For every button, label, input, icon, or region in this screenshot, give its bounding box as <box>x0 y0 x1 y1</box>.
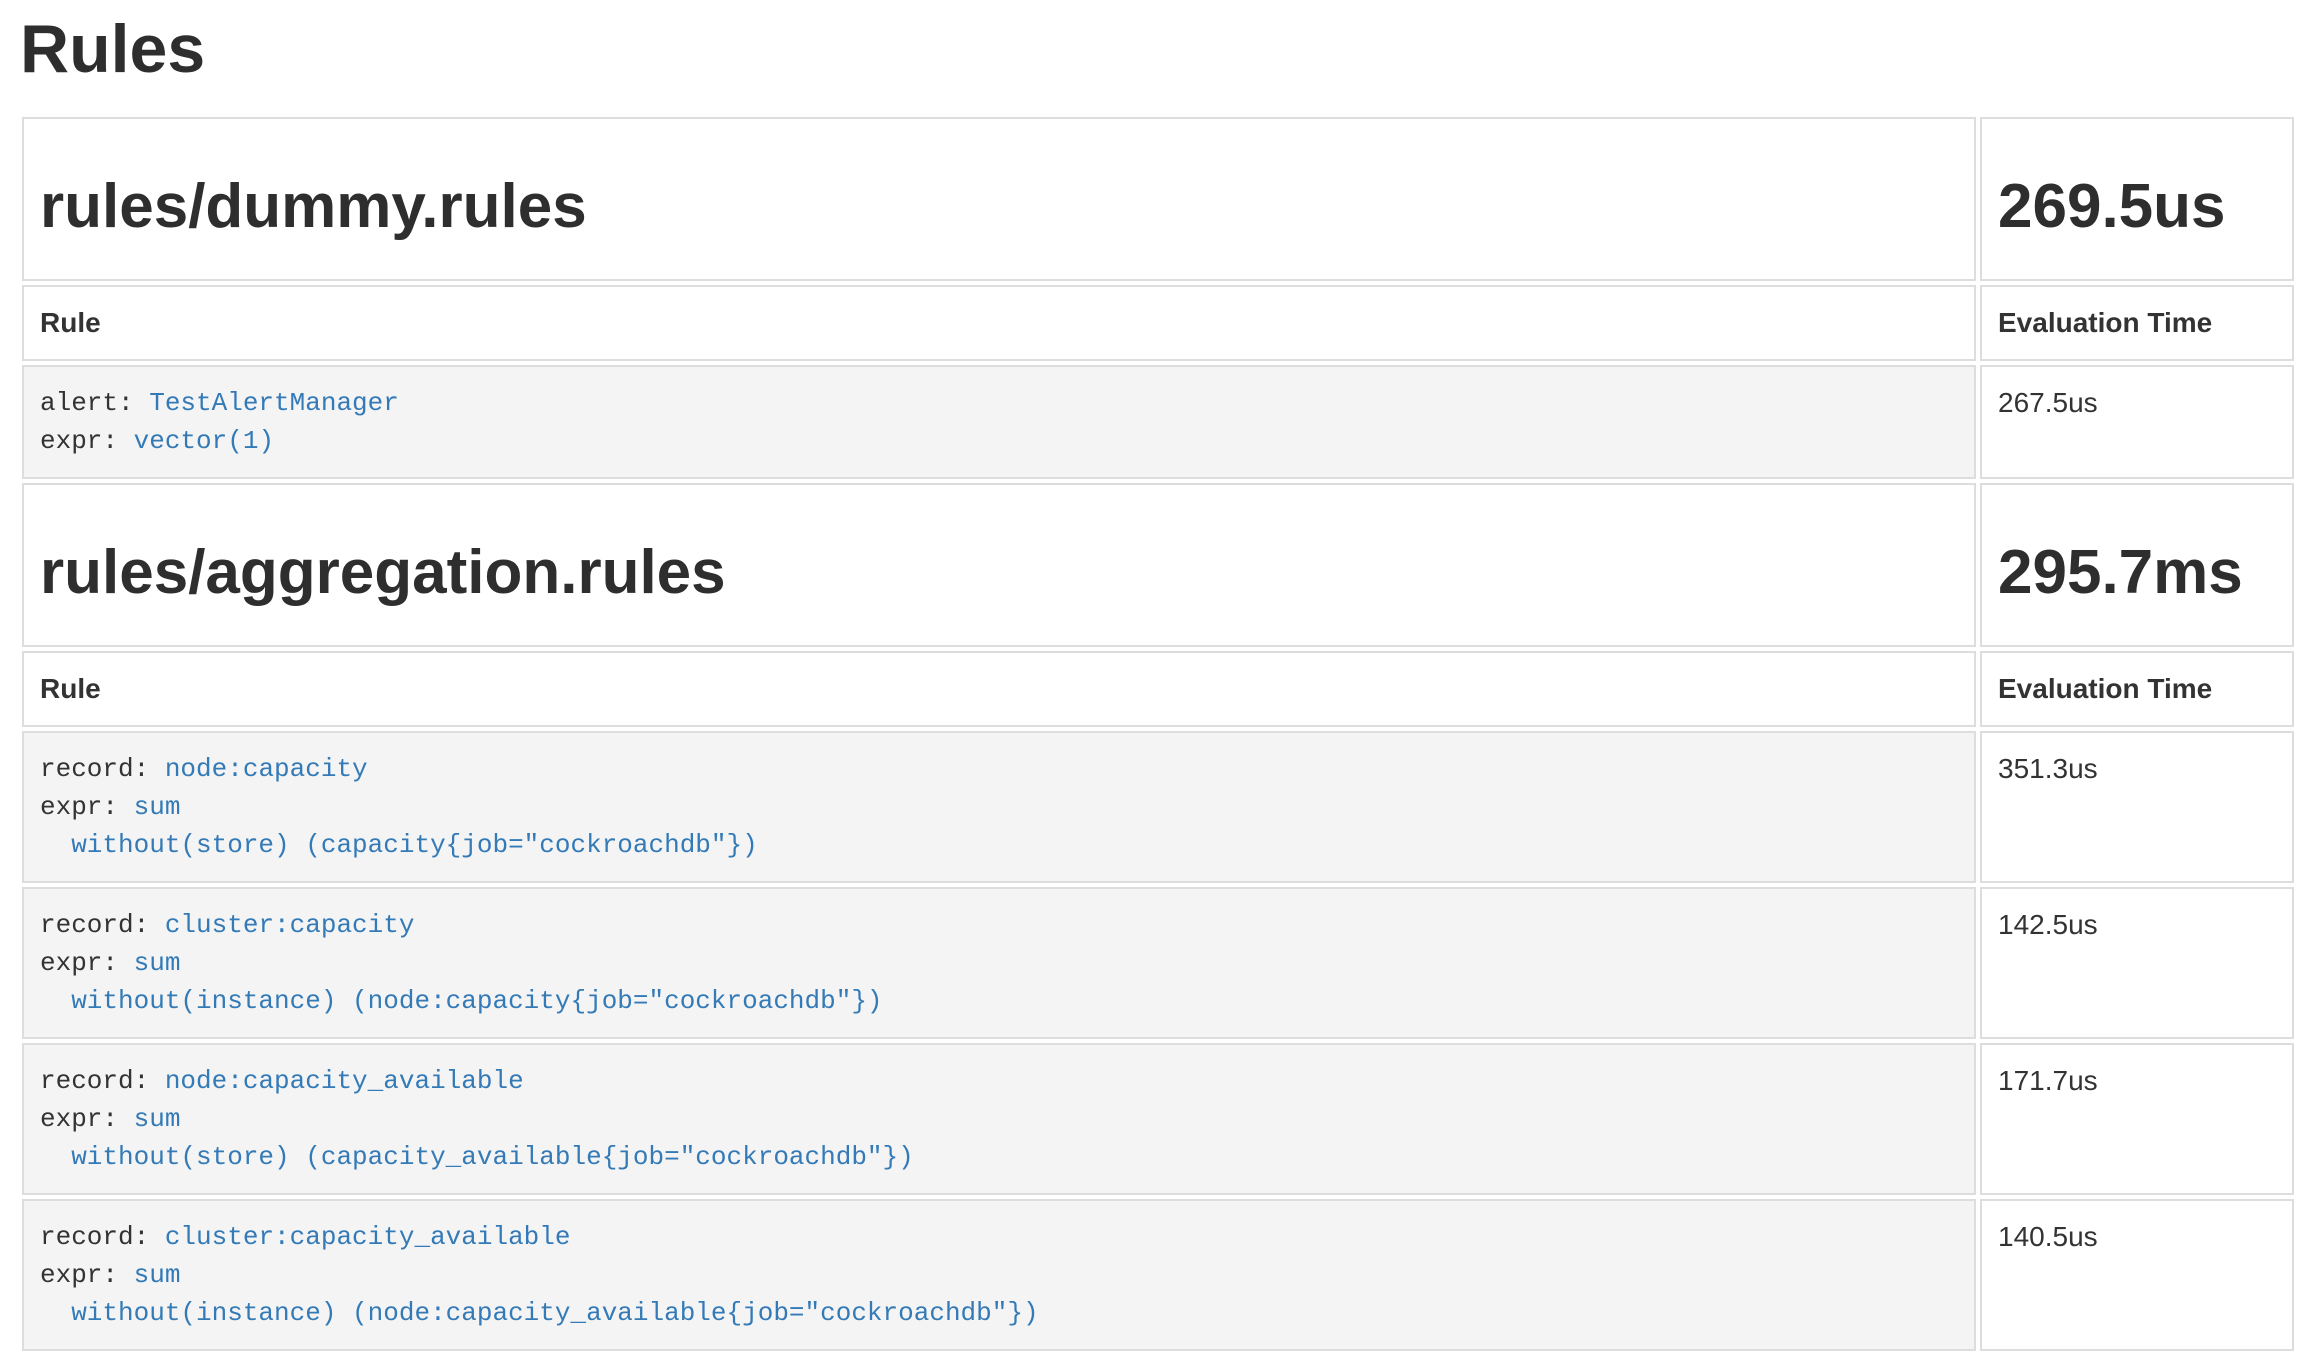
group-eval-time-cell: 269.5us <box>1980 117 2294 281</box>
rule-eval-time: 142.5us <box>1980 887 2294 1039</box>
rule-eval-time: 267.5us <box>1980 365 2294 479</box>
rule-cell: record: cluster:capacity expr: sum withou… <box>22 887 1976 1039</box>
eval-time-column-header: Evaluation Time <box>1980 285 2294 361</box>
rule-expr-label: expr: <box>40 792 134 822</box>
rule-eval-time: 140.5us <box>1980 1199 2294 1351</box>
group-header-row: rules/aggregation.rules 295.7ms <box>22 483 2294 647</box>
rule-expr-link[interactable]: sum without(instance) (node:capacity_ava… <box>40 1260 1039 1328</box>
rule-type-label: record: <box>40 1066 165 1096</box>
rule-expr-link[interactable]: sum without(instance) (node:capacity{job… <box>40 948 883 1016</box>
rule-expr-label: expr: <box>40 1104 134 1134</box>
rule-cell: record: node:capacity expr: sum without(s… <box>22 731 1976 883</box>
rule-cell: record: node:capacity_available expr: sum… <box>22 1043 1976 1195</box>
rules-table: rules/dummy.rules 269.5us Rule Evaluatio… <box>18 113 2298 1355</box>
column-header-row: Rule Evaluation Time <box>22 285 2294 361</box>
rule-name-link[interactable]: node:capacity_available <box>165 1066 524 1096</box>
rule-expr-link[interactable]: sum without(store) (capacity{job="cockro… <box>40 792 758 860</box>
rule-expr-label: expr: <box>40 948 134 978</box>
rule-row: alert: TestAlertManager expr: vector(1) 2… <box>22 365 2294 479</box>
rule-cell: alert: TestAlertManager expr: vector(1) <box>22 365 1976 479</box>
rule-name-link[interactable]: node:capacity <box>165 754 368 784</box>
rule-column-header: Rule <box>22 651 1976 727</box>
group-eval-time: 295.7ms <box>1998 539 2276 607</box>
rule-row: record: node:capacity_available expr: sum… <box>22 1043 2294 1195</box>
rule-name-link[interactable]: cluster:capacity <box>165 910 415 940</box>
rule-code: record: node:capacity expr: sum without(s… <box>40 750 1958 864</box>
rule-code: record: cluster:capacity_availableexpr: … <box>40 1218 1958 1332</box>
rule-eval-time: 351.3us <box>1980 731 2294 883</box>
rule-expr-link[interactable]: sum without(store) (capacity_available{j… <box>40 1104 914 1172</box>
rule-name-link[interactable]: TestAlertManager <box>149 388 399 418</box>
rule-code: alert: TestAlertManager expr: vector(1) <box>40 384 1958 460</box>
rule-expr-label: expr: <box>40 426 134 456</box>
rule-eval-time: 171.7us <box>1980 1043 2294 1195</box>
group-header-row: rules/dummy.rules 269.5us <box>22 117 2294 281</box>
rule-column-header: Rule <box>22 285 1976 361</box>
rule-expr-label: expr: <box>40 1260 134 1290</box>
group-file-name: rules/dummy.rules <box>40 173 1958 241</box>
rule-code: record: node:capacity_available expr: sum… <box>40 1062 1958 1176</box>
rule-type-label: record: <box>40 1222 165 1252</box>
group-file-name: rules/aggregation.rules <box>40 539 1958 607</box>
rule-row: record: cluster:capacity expr: sum withou… <box>22 887 2294 1039</box>
column-header-row: Rule Evaluation Time <box>22 651 2294 727</box>
rule-type-label: record: <box>40 754 165 784</box>
eval-time-column-header: Evaluation Time <box>1980 651 2294 727</box>
rule-cell: record: cluster:capacity_availableexpr: … <box>22 1199 1976 1351</box>
group-file-cell: rules/aggregation.rules <box>22 483 1976 647</box>
rule-row: record: node:capacity expr: sum without(s… <box>22 731 2294 883</box>
rule-expr-link[interactable]: vector(1) <box>134 426 274 456</box>
rule-type-label: alert: <box>40 388 149 418</box>
group-file-cell: rules/dummy.rules <box>22 117 1976 281</box>
rule-type-label: record: <box>40 910 165 940</box>
group-eval-time: 269.5us <box>1998 173 2276 241</box>
page-title: Rules <box>20 12 2298 87</box>
group-eval-time-cell: 295.7ms <box>1980 483 2294 647</box>
rule-code: record: cluster:capacity expr: sum withou… <box>40 906 1958 1020</box>
rule-name-link[interactable]: cluster:capacity_available <box>165 1222 571 1252</box>
rule-row: record: cluster:capacity_availableexpr: … <box>22 1199 2294 1351</box>
